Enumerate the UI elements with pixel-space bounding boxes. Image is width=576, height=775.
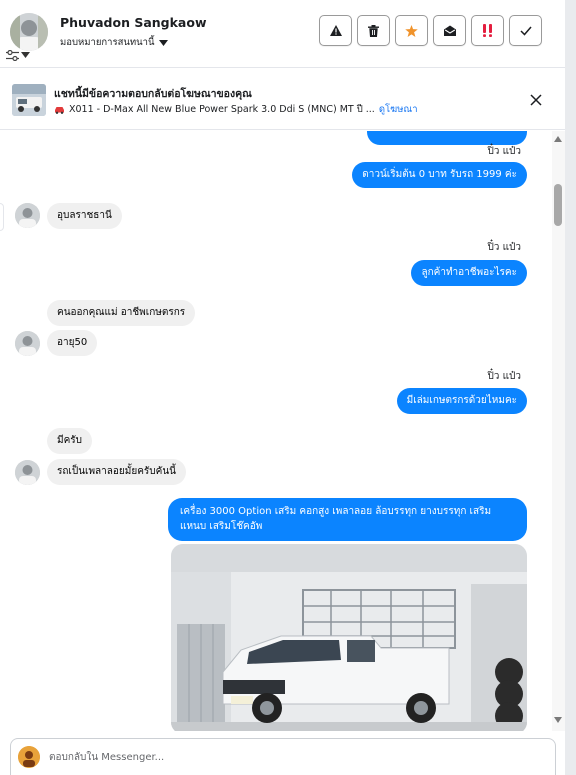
mark-done-button[interactable] (509, 15, 542, 46)
contact-avatar[interactable] (10, 13, 48, 51)
assign-conversation-dropdown[interactable]: มอบหมายการสนทนานี้ (60, 35, 168, 50)
message-bubble-incoming: อุบลราชธานี (47, 203, 122, 229)
reply-input[interactable] (49, 748, 529, 766)
message-image-attachment[interactable] (171, 544, 527, 731)
mark-unread-button[interactable] (433, 15, 466, 46)
conversation-actions (319, 15, 542, 46)
assign-label: มอบหมายการสนทนานี้ (60, 37, 155, 48)
close-icon (530, 94, 542, 106)
view-ad-link[interactable]: ดูโฆษณา (379, 102, 418, 117)
message-bubble-outgoing-cut (367, 131, 527, 145)
trash-icon (368, 24, 379, 37)
contact-avatar-small (15, 331, 40, 356)
envelope-open-icon (443, 25, 456, 36)
ad-banner-title: แชทนี้มีข้อความตอบกลับต่อโฆษณาของคุณ (54, 88, 252, 100)
ad-reply-banner: แชทนี้มีข้อความตอบกลับต่อโฆษณาของคุณ X01… (0, 68, 565, 130)
delete-button[interactable] (357, 15, 390, 46)
sender-tag: ปิ๋ว แป๋ว (487, 371, 521, 382)
message-bubble-outgoing: ลูกค้าทำอาชีพอะไรคะ (411, 260, 527, 286)
message-thread[interactable]: ปิ๋ว แป๋ว ดาวน์เริ่มต้น 0 บาท รับรถ 1999… (0, 131, 552, 731)
close-banner-button[interactable] (529, 92, 543, 106)
spam-button[interactable] (471, 15, 504, 46)
caret-down-icon (158, 39, 168, 46)
filter-menu-button[interactable] (6, 48, 38, 62)
caret-down-icon (21, 52, 30, 58)
star-icon (405, 24, 418, 37)
window-edge (565, 0, 576, 775)
contact-avatar-small (15, 460, 40, 485)
ad-product-title: X011 - D-Max All New Blue Power Spark 3.… (69, 104, 375, 115)
ad-thumbnail[interactable] (12, 84, 46, 116)
message-bubble-outgoing: มีเล่มเกษตรกรด้วยไหมคะ (396, 388, 527, 414)
sender-tag: ปิ๋ว แป๋ว (487, 146, 521, 157)
reply-composer (10, 738, 556, 775)
page-avatar (18, 746, 40, 768)
scrollbar-thumb[interactable] (554, 184, 562, 226)
ad-banner-subtitle: X011 - D-Max All New Blue Power Spark 3.… (54, 102, 418, 117)
message-bubble-outgoing: เครื่อง 3000 Option เสริม คอกสูง เพลาลอย… (168, 498, 527, 541)
star-button[interactable] (395, 15, 428, 46)
sender-tag: ปิ๋ว แป๋ว (487, 242, 521, 253)
car-icon (55, 106, 64, 114)
sliders-icon (6, 49, 19, 61)
message-bubble-outgoing: ดาวน์เริ่มต้น 0 บาท รับรถ 1999 ค่ะ (352, 162, 527, 188)
contact-name[interactable]: Phuvadon Sangkaow (60, 15, 207, 30)
message-bubble-incoming: รถเป็นเพลาลอยมั้ยครับคันนี้ (47, 459, 186, 485)
warning-icon (329, 25, 342, 36)
pickup-truck-photo (171, 544, 527, 731)
report-button[interactable] (319, 15, 352, 46)
check-icon (519, 26, 532, 36)
contact-avatar-small (15, 203, 40, 228)
exclamation-icon (482, 24, 492, 37)
message-bubble-incoming: มีครับ (47, 428, 92, 454)
scroll-up-arrow-icon[interactable] (554, 136, 562, 142)
message-bubble-incoming: คนออกคุณแม่ อาชีพเกษตรกร (47, 300, 196, 326)
message-bubble-incoming: อายุ50 (47, 330, 98, 356)
scroll-down-arrow-icon[interactable] (554, 717, 562, 723)
conversation-header: Phuvadon Sangkaow มอบหมายการสนทนานี้ (0, 0, 565, 68)
side-panel-tab[interactable] (0, 203, 4, 231)
message-scrollbar[interactable] (552, 131, 565, 731)
